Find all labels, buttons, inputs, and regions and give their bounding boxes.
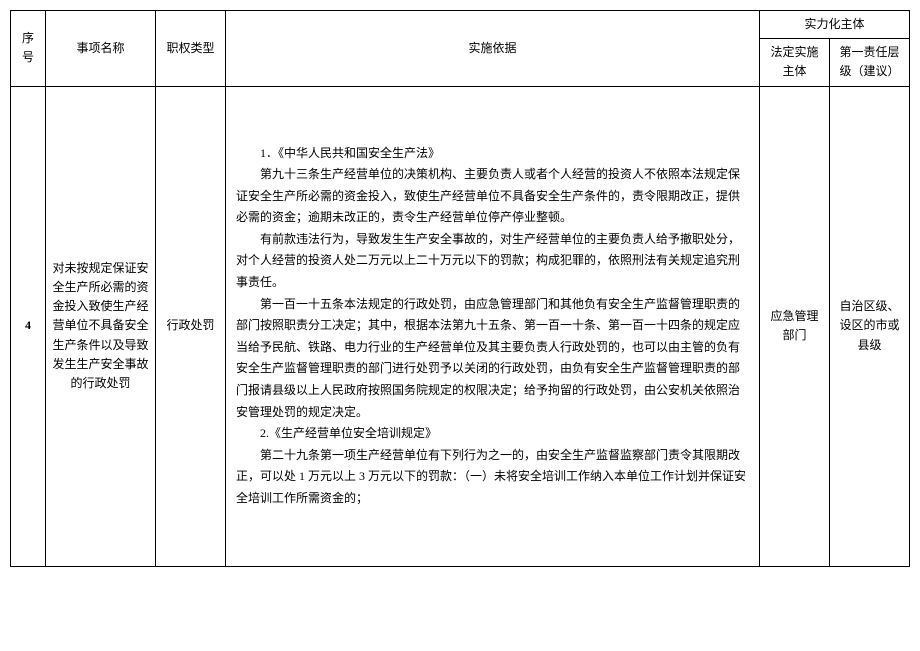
- cell-type: 行政处罚: [156, 86, 226, 566]
- basis-line: 第二十九条第一项生产经营单位有下列行为之一的，由安全生产监督监察部门责令其限期改…: [236, 445, 749, 510]
- basis-line: 有前款违法行为，导致发生生产安全事故的，对生产经营单位的主要负责人给予撤职处分，…: [236, 229, 749, 294]
- cell-basis: 1．《中华人民共和国安全生产法》 第九十三条生产经营单位的决策机构、主要负责人或…: [226, 86, 760, 566]
- header-seq: 序号: [11, 11, 46, 87]
- header-name: 事项名称: [46, 11, 156, 87]
- basis-line: 第一百一十五条本法规定的行政处罚，由应急管理部门和其他负有安全生产监督管理职责的…: [236, 294, 749, 424]
- header-type: 职权类型: [156, 11, 226, 87]
- basis-line: 2.《生产经营单位安全培训规定》: [236, 423, 749, 445]
- header-basis: 实施依据: [226, 11, 760, 87]
- header-level: 第一责任层级（建议）: [829, 39, 909, 86]
- cell-level: 自治区级、设区的市或县级: [829, 86, 909, 566]
- header-legal-body: 法定实施主体: [759, 39, 829, 86]
- cell-seq: 4: [11, 86, 46, 566]
- cell-name: 对未按规定保证安全生产所必需的资金投入致使生产经营单位不具备安全生产条件以及导致…: [46, 86, 156, 566]
- basis-line: 第九十三条生产经营单位的决策机构、主要负责人或者个人经营的投资人不依照本法规定保…: [236, 164, 749, 229]
- basis-line: 1．《中华人民共和国安全生产法》: [236, 143, 749, 165]
- cell-legal-body: 应急管理部门: [759, 86, 829, 566]
- regulation-table: 序号 事项名称 职权类型 实施依据 实力化主体 法定实施主体 第一责任层级（建议…: [10, 10, 910, 567]
- header-entity-group: 实力化主体: [759, 11, 909, 39]
- table-row: 4 对未按规定保证安全生产所必需的资金投入致使生产经营单位不具备安全生产条件以及…: [11, 86, 910, 566]
